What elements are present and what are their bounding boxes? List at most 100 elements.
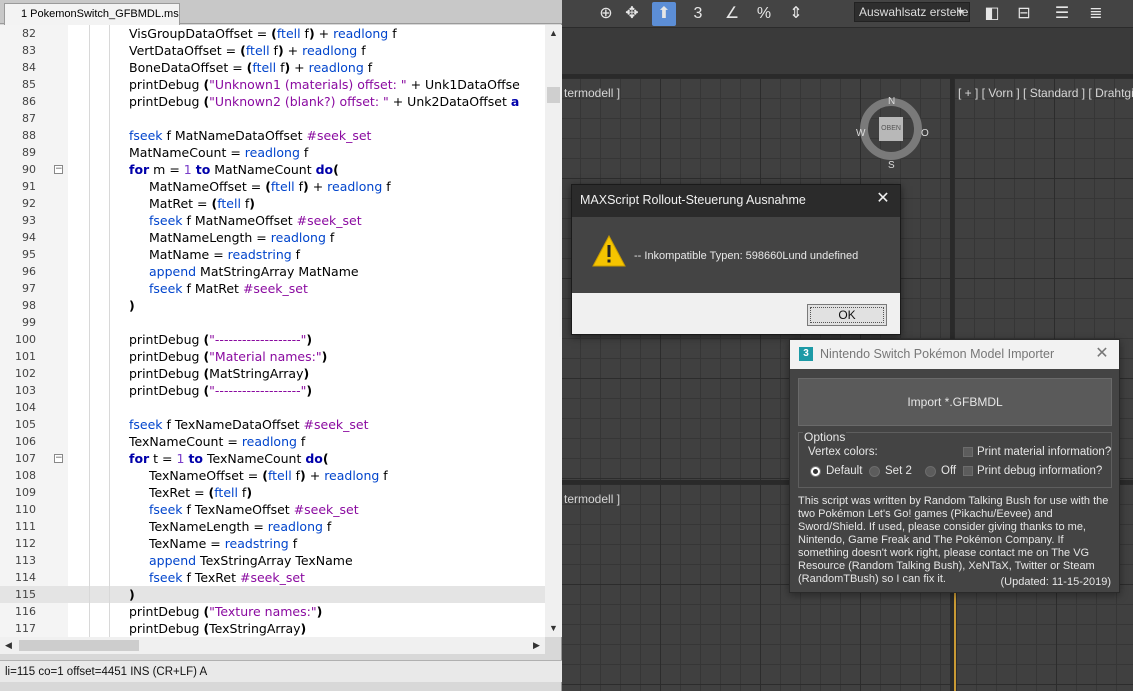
radio-set2[interactable] [869,466,880,477]
percent-snap-icon[interactable]: % [752,2,776,26]
ok-button[interactable]: OK [807,304,887,326]
code-line[interactable]: 98) [0,297,545,314]
code-line[interactable]: 107 − for t = 1 to TexNameCount do( [0,450,545,467]
code-line[interactable]: 88 fseek f MatNameDataOffset #seek_set [0,127,545,144]
code-text: ) [129,586,135,603]
code-line[interactable]: 117 printDebug (TexStringArray) [0,620,545,637]
code-line[interactable]: 85 printDebug ("Unknown1 (materials) offs… [0,76,545,93]
vertical-scrollbar[interactable]: ▲ ▼ [545,25,562,637]
fold-toggle-icon[interactable]: − [54,165,63,174]
code-line[interactable]: 87 [0,110,545,127]
import-gfbmdl-button[interactable]: Import *.GFBMDL [798,378,1112,426]
code-line[interactable]: 84 BoneDataOffset = (ftell f) + readlong … [0,59,545,76]
code-line[interactable]: 82 VisGroupDataOffset = (ftell f) + readl… [0,25,545,42]
code-line[interactable]: 100 printDebug ("-------------------") [0,331,545,348]
close-icon[interactable]: ✕ [872,188,894,210]
code-line[interactable]: 94 MatNameLength = readlong f [0,229,545,246]
viewcube-north: N [888,96,896,107]
code-line[interactable]: 110 fseek f TexNameOffset #seek_set [0,501,545,518]
line-number: 94 [22,231,36,244]
file-tab[interactable]: 1 PokemonSwitch_GFBMDL.ms [4,3,180,25]
radio-set2-label[interactable]: Set 2 [885,465,912,477]
code-line[interactable]: 112 TexName = readstring f [0,535,545,552]
fold-toggle-icon[interactable]: − [54,454,63,463]
ribbon-icon[interactable]: ≣ [1084,2,1108,26]
code-line[interactable]: 108 TexNameOffset = (ftell f) + readlong … [0,467,545,484]
code-token: ftell [270,179,295,194]
code-line[interactable]: 106 TexNameCount = readlong f [0,433,545,450]
code-token: fseek [149,502,183,517]
code-token: ) [303,366,310,381]
code-line[interactable]: 90 − for m = 1 to MatNameCount do( [0,161,545,178]
scroll-down-icon[interactable]: ▼ [545,620,562,637]
code-area[interactable]: 82 VisGroupDataOffset = (ftell f) + readl… [0,25,562,637]
code-text: MatRet = (ftell f) [149,195,255,212]
code-line[interactable]: 96 append MatStringArray MatName [0,263,545,280]
code-token: a [510,94,520,109]
horizontal-scrollbar[interactable]: ◀ ▶ [0,637,545,654]
mirror-icon[interactable]: ◧ [980,2,1004,26]
code-line[interactable]: 104 [0,399,545,416]
code-line[interactable]: 111 TexNameLength = readlong f [0,518,545,535]
move-tool-icon[interactable]: ✥ [620,2,644,26]
viewcube[interactable]: OBEN [860,98,922,160]
code-line[interactable]: 113 append TexStringArray TexName [0,552,545,569]
align-icon[interactable]: ⊟ [1012,2,1036,26]
code-text: fseek f TexNameDataOffset #seek_set [129,416,369,433]
code-token: #seek_set [303,417,369,432]
code-line[interactable]: 95 MatName = readstring f [0,246,545,263]
code-line[interactable]: 89 MatNameCount = readlong f [0,144,545,161]
code-line[interactable]: 103 printDebug ("-------------------") [0,382,545,399]
code-line[interactable]: 101 printDebug ("Material names:") [0,348,545,365]
viewport-label[interactable]: [ + ] [ Vorn ] [ Standard ] [ Drahtgitte… [958,86,1133,100]
radio-off-label[interactable]: Off [941,465,956,477]
viewcube-south: S [888,160,895,171]
print-material-label[interactable]: Print material information? [977,446,1111,458]
select-move-icon[interactable]: ⊕ [594,2,618,26]
code-text: MatNameLength = readlong f [149,229,334,246]
code-line[interactable]: 99 [0,314,545,331]
code-text: TexNameCount = readlong f [129,433,305,450]
angle-snap-icon[interactable]: ∠ [720,2,744,26]
line-number: 86 [22,95,36,108]
code-line[interactable]: 93 fseek f MatNameOffset #seek_set [0,212,545,229]
viewcube-face[interactable]: OBEN [879,117,903,141]
viewport-label[interactable]: termodell ] [564,492,620,506]
print-material-checkbox[interactable] [963,447,973,457]
code-line[interactable]: 91 MatNameOffset = (ftell f) + readlong f [0,178,545,195]
code-line[interactable]: 105 fseek f TexNameDataOffset #seek_set [0,416,545,433]
radio-default-label[interactable]: Default [826,465,862,477]
importer-titlebar[interactable]: 3 Nintendo Switch Pokémon Model Importer… [790,340,1119,369]
code-line[interactable]: 92 MatRet = (ftell f) [0,195,545,212]
radio-default[interactable] [810,466,821,477]
code-line[interactable]: 115) [0,586,545,603]
snap-3d-icon[interactable]: 3 [686,2,710,26]
viewport-label[interactable]: termodell ] [564,86,620,100]
scroll-left-icon[interactable]: ◀ [0,637,17,654]
code-line[interactable]: 97 fseek f MatRet #seek_set [0,280,545,297]
select-object-icon[interactable]: ⬆ [652,2,676,26]
code-token: "Material names:" [209,349,322,364]
print-debug-label[interactable]: Print debug information? [977,465,1102,477]
vertical-scroll-thumb[interactable] [547,87,560,103]
code-line[interactable]: 109 TexRet = (ftell f) [0,484,545,501]
spinner-snap-icon[interactable]: ⇕ [784,2,808,26]
code-token: ftell [252,60,277,75]
code-line[interactable]: 86 printDebug ("Unknown2 (blank?) offset:… [0,93,545,110]
code-line[interactable]: 102 printDebug (MatStringArray) [0,365,545,382]
dialog-body: -- Inkompatible Typen: 598660Lund undefi… [572,217,900,293]
scroll-right-icon[interactable]: ▶ [528,637,545,654]
code-line[interactable]: 116 printDebug ("Texture names:") [0,603,545,620]
horizontal-scroll-thumb[interactable] [19,640,139,651]
code-line[interactable]: 114 fseek f TexRet #seek_set [0,569,545,586]
scroll-up-icon[interactable]: ▲ [545,25,562,42]
print-debug-checkbox[interactable] [963,466,973,476]
close-icon[interactable]: ✕ [1091,343,1113,365]
selection-set-dropdown[interactable]: Auswahlsatz erstelle ▼ [854,2,970,22]
code-token: ) [246,485,253,500]
code-line[interactable]: 83 VertDataOffset = (ftell f) + readlong … [0,42,545,59]
code-text: fseek f TexRet #seek_set [149,569,305,586]
code-text: printDebug ("Material names:") [129,348,327,365]
layer-explorer-icon[interactable]: ☰ [1050,2,1074,26]
radio-off[interactable] [925,466,936,477]
